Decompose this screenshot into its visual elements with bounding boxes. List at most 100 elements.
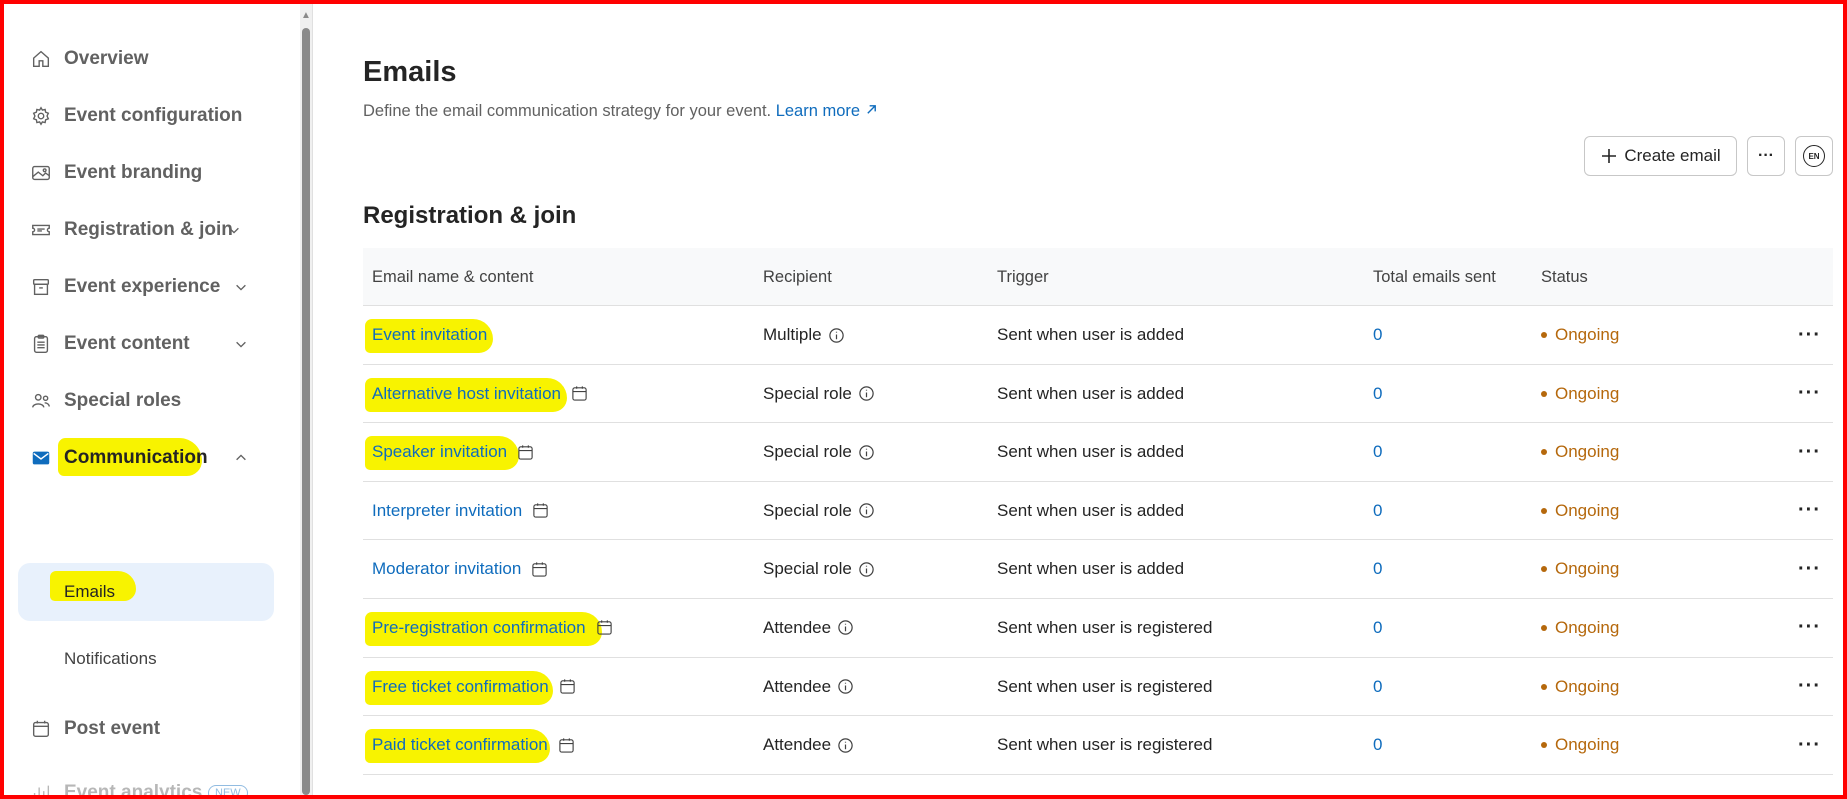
column-header-trigger[interactable]: Trigger: [997, 248, 1049, 306]
status-dot: [1541, 683, 1547, 690]
total-sent-link[interactable]: 0: [1373, 559, 1382, 579]
info-icon[interactable]: [858, 444, 875, 461]
sidebar-item-label: Event branding: [64, 162, 203, 183]
total-sent-cell: 0: [1373, 306, 1382, 364]
status-label: Ongoing: [1555, 442, 1620, 462]
chevron-down-icon[interactable]: [226, 222, 242, 238]
sidebar-item-registration-join[interactable]: Registration & join: [4, 206, 300, 254]
row-more-button[interactable]: ···: [1798, 324, 1821, 347]
row-more-button[interactable]: ···: [1798, 616, 1821, 639]
email-name-link[interactable]: Free ticket confirmation: [372, 677, 549, 697]
sidebar-item-special-roles[interactable]: Special roles: [4, 377, 300, 425]
row-more-button[interactable]: ···: [1798, 382, 1821, 405]
email-name-link[interactable]: Moderator invitation: [372, 559, 521, 579]
chevron-down-icon[interactable]: [233, 279, 249, 295]
email-name-cell: Pre-registration confirmation: [365, 599, 613, 657]
status-cell: Ongoing: [1541, 658, 1619, 716]
column-header-name[interactable]: Email name & content: [372, 248, 533, 306]
table-row[interactable]: Pre-registration confirmation Attendee S…: [363, 599, 1833, 658]
new-badge: NEW: [208, 785, 248, 795]
email-name-cell: Speaker invitation: [365, 423, 534, 481]
total-sent-link[interactable]: 0: [1373, 618, 1382, 638]
sidebar-subitem-label: Emails: [64, 582, 116, 601]
info-icon[interactable]: [837, 619, 854, 636]
status-badge: Ongoing: [1541, 735, 1619, 755]
email-name-link[interactable]: Speaker invitation: [372, 442, 507, 462]
sidebar-item-label: Event analytics: [64, 782, 203, 795]
total-sent-link[interactable]: 0: [1373, 384, 1382, 404]
column-header-total[interactable]: Total emails sent: [1373, 248, 1496, 306]
recipient-label: Special role: [763, 559, 852, 579]
sidebar-item-event-branding[interactable]: Event branding: [4, 149, 300, 197]
total-sent-cell: 0: [1373, 365, 1382, 423]
more-options-button[interactable]: ···: [1747, 136, 1785, 176]
sidebar-item-label: Event configuration: [64, 105, 243, 126]
info-icon[interactable]: [858, 561, 875, 578]
recipient-label: Special role: [763, 383, 852, 403]
sidebar-subitem-emails[interactable]: Emails: [18, 563, 274, 621]
row-more-button[interactable]: ···: [1798, 675, 1821, 698]
image-icon: [29, 161, 53, 185]
email-name-link[interactable]: Alternative host invitation: [372, 384, 561, 404]
email-name-link[interactable]: Event invitation: [372, 325, 487, 345]
create-email-button[interactable]: Create email: [1584, 136, 1737, 176]
table-row[interactable]: Interpreter invitation Special role Sent…: [363, 482, 1833, 541]
page-description: Define the email communication strategy …: [363, 102, 878, 121]
clipboard-icon: [29, 332, 53, 356]
sidebar-item-event-experience[interactable]: Event experience: [4, 263, 300, 311]
recipient-cell: Special role: [763, 540, 875, 598]
sidebar-scroll-thumb[interactable]: [302, 28, 310, 795]
sidebar-item-label: Event content: [64, 333, 190, 354]
column-header-status[interactable]: Status: [1541, 248, 1588, 306]
info-icon[interactable]: [858, 385, 875, 402]
calendar-icon: [596, 620, 612, 636]
sidebar-item-post-event[interactable]: Post event: [4, 705, 300, 753]
sidebar-item-overview[interactable]: Overview: [4, 35, 300, 83]
recipient-cell: Special role: [763, 365, 875, 423]
total-sent-link[interactable]: 0: [1373, 501, 1382, 521]
sidebar-item-event-configuration[interactable]: Event configuration: [4, 92, 300, 140]
total-sent-link[interactable]: 0: [1373, 677, 1382, 697]
status-dot: [1541, 566, 1547, 573]
row-more-button[interactable]: ···: [1798, 558, 1821, 581]
table-row[interactable]: Moderator invitation Special role Sent w…: [363, 540, 1833, 599]
sidebar-item-event-analytics[interactable]: Event analytics NEW: [4, 769, 300, 795]
recipient-cell: Multiple: [763, 306, 845, 364]
row-more-button[interactable]: ···: [1798, 441, 1821, 464]
learn-more-link[interactable]: Learn more: [776, 102, 878, 120]
sidebar-item-label: Special roles: [64, 390, 182, 411]
info-icon[interactable]: [828, 327, 845, 344]
row-more-button[interactable]: ···: [1798, 499, 1821, 522]
sidebar-item-communication[interactable]: Communication: [4, 434, 300, 482]
email-name-link[interactable]: Pre-registration confirmation: [372, 618, 586, 638]
scroll-up-arrow-icon[interactable]: ▲: [300, 8, 312, 22]
total-sent-link[interactable]: 0: [1373, 442, 1382, 462]
info-icon[interactable]: [837, 737, 854, 754]
table-row[interactable]: Alternative host invitation Special role…: [363, 365, 1833, 424]
chevron-up-icon[interactable]: [233, 450, 249, 466]
table-row[interactable]: Free ticket confirmation Attendee Sent w…: [363, 658, 1833, 717]
sidebar-item-event-content[interactable]: Event content: [4, 320, 300, 368]
status-cell: Ongoing: [1541, 482, 1619, 540]
calendar-icon: [572, 386, 587, 401]
info-icon[interactable]: [837, 678, 854, 695]
sidebar-subitem-notifications[interactable]: Notifications: [18, 630, 274, 688]
status-badge: Ongoing: [1541, 677, 1619, 697]
recipient-cell: Special role: [763, 423, 875, 481]
total-sent-link[interactable]: 0: [1373, 735, 1382, 755]
row-more-button[interactable]: ···: [1798, 734, 1821, 757]
table-row[interactable]: Speaker invitation Special role Sent whe…: [363, 423, 1833, 482]
email-name-link[interactable]: Paid ticket confirmation: [372, 735, 548, 755]
email-name-link[interactable]: Interpreter invitation: [372, 501, 522, 521]
chevron-down-icon[interactable]: [233, 336, 249, 352]
table-row[interactable]: Paid ticket confirmation Attendee Sent w…: [363, 716, 1833, 775]
total-sent-cell: 0: [1373, 658, 1382, 716]
total-sent-link[interactable]: 0: [1373, 325, 1382, 345]
info-icon[interactable]: [858, 502, 875, 519]
table-row[interactable]: Event invitation Multiple Sent when user…: [363, 306, 1833, 365]
trigger-cell: Sent when user is registered: [997, 735, 1213, 755]
column-header-recipient[interactable]: Recipient: [763, 248, 832, 306]
language-button[interactable]: EN: [1795, 136, 1833, 176]
ticket-icon: [29, 218, 53, 242]
total-sent-cell: 0: [1373, 540, 1382, 598]
